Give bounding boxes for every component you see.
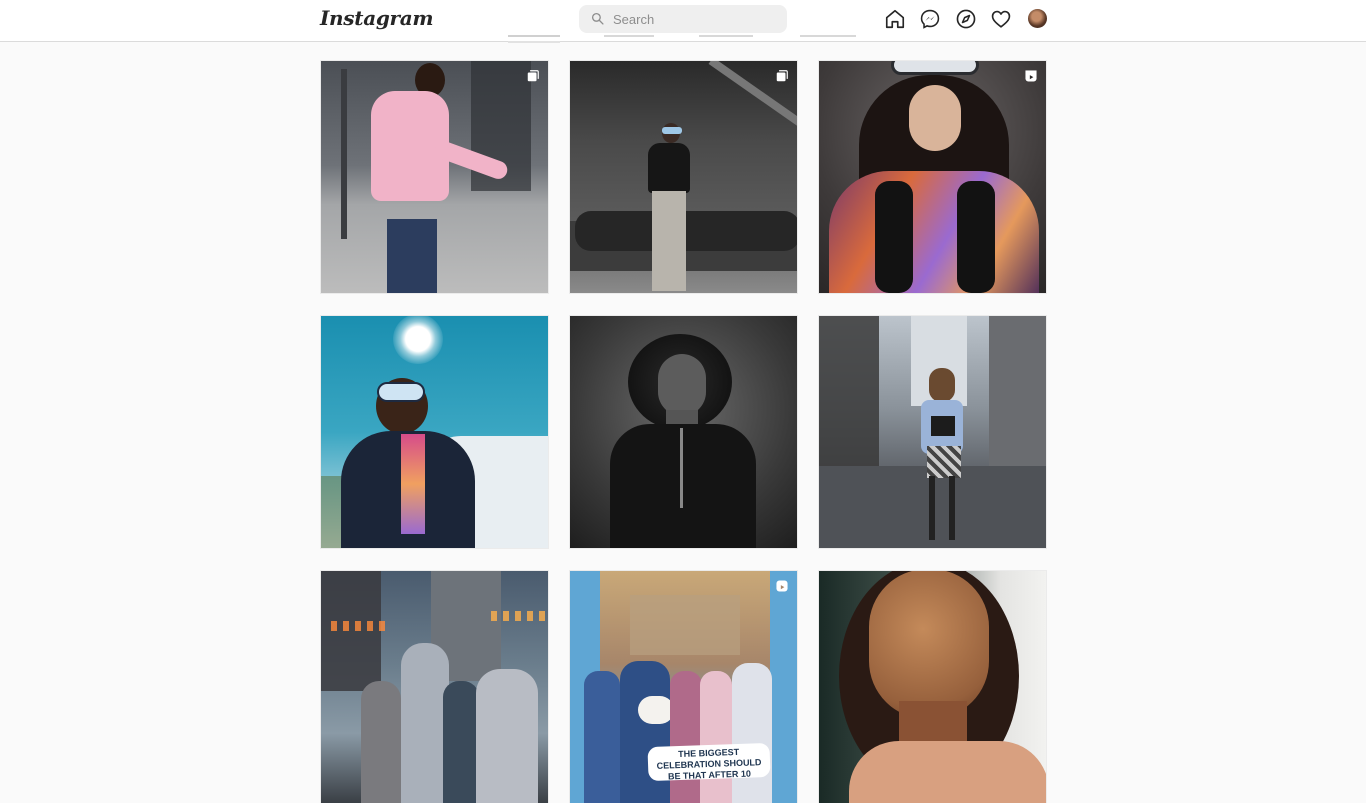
search-icon [591,12,604,25]
post-tile[interactable] [570,61,797,293]
home-icon[interactable] [884,8,906,30]
post-caption-overlay: THE BIGGEST CELEBRATION SHOULD BE THAT A… [647,742,771,781]
post-tile[interactable] [819,316,1046,548]
post-tile[interactable] [570,316,797,548]
activity-heart-icon[interactable] [990,8,1012,30]
post-tile[interactable] [819,61,1046,293]
post-tile[interactable] [321,316,548,548]
explore-icon[interactable] [955,8,977,30]
post-tile[interactable] [321,571,548,803]
search-input[interactable] [613,5,773,33]
post-tile[interactable]: THE BIGGEST CELEBRATION SHOULD BE THAT A… [570,571,797,803]
top-navigation-bar: Instagram [0,0,1366,42]
profile-avatar[interactable] [1028,9,1047,28]
instagram-logo[interactable]: Instagram [320,6,434,30]
post-tile[interactable] [321,61,548,293]
reel-icon [776,580,788,592]
search-box[interactable] [579,5,787,33]
reel-icon [1025,70,1037,82]
carousel-icon [776,70,788,82]
post-tile[interactable] [819,571,1046,803]
messenger-icon[interactable] [919,8,941,30]
carousel-icon [527,70,539,82]
